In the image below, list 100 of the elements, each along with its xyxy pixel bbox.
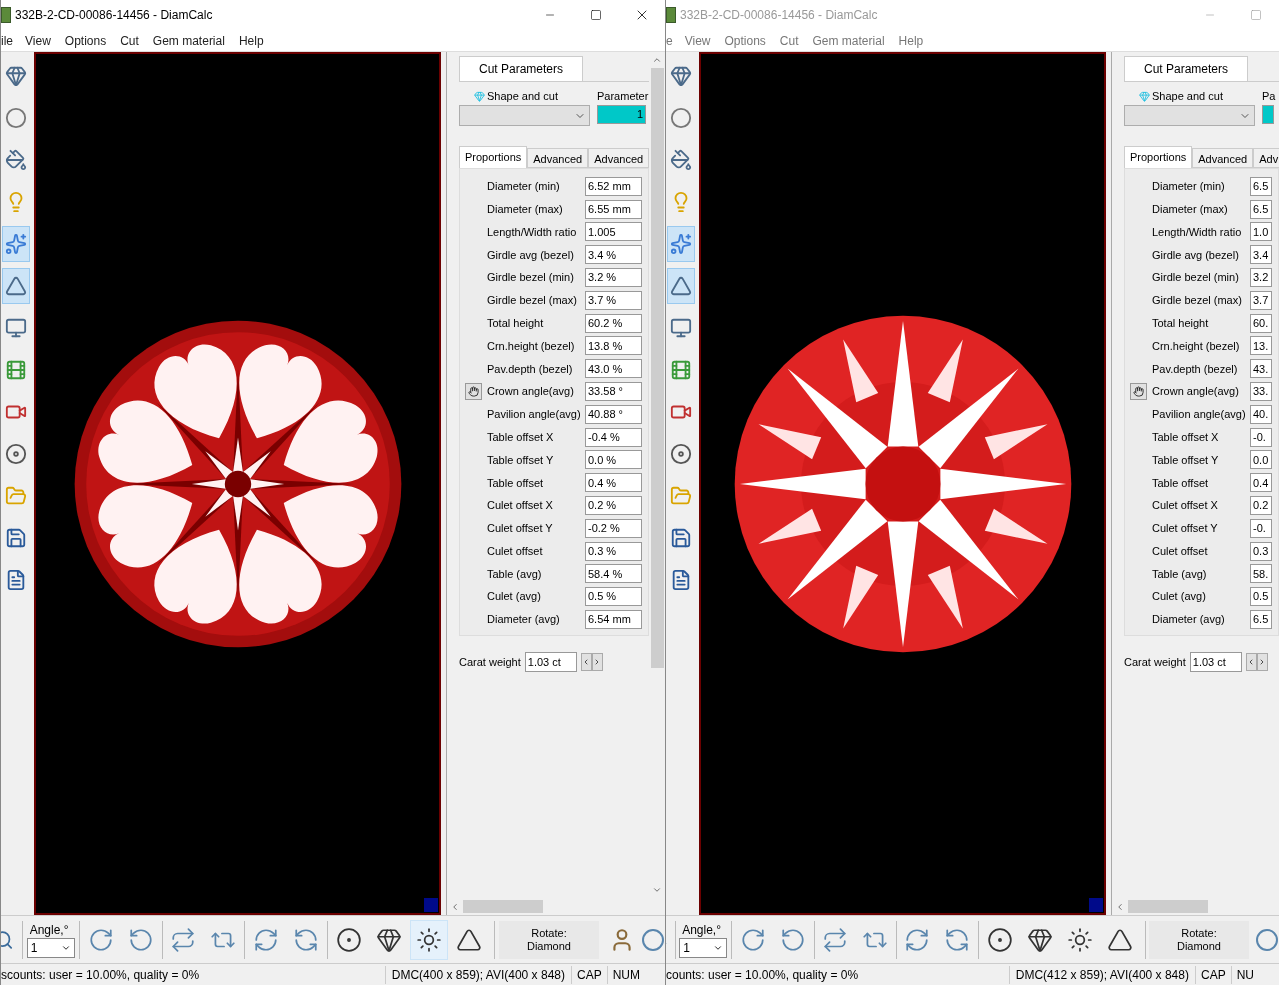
decrement-button[interactable] (1245, 652, 1257, 671)
parameter-value-field[interactable]: 6.52 mm (585, 176, 642, 196)
carat-weight-field[interactable]: 1.03 ct (1189, 651, 1242, 672)
panel-tab[interactable]: Cut Parameters (1124, 56, 1248, 81)
menu-item[interactable]: Help (898, 31, 924, 50)
parameter-value-field[interactable]: 1.0 (1250, 222, 1272, 242)
parameter-value-field[interactable]: 33. (1250, 382, 1272, 402)
parameter-field[interactable]: 1 (597, 105, 646, 124)
chevron-left-icon[interactable] (450, 901, 460, 912)
chevron-left-icon[interactable] (1115, 901, 1125, 912)
scrollbar-thumb[interactable] (650, 68, 664, 668)
parameter-value-field[interactable]: 33.58 ° (585, 382, 642, 402)
film-icon (670, 359, 692, 381)
parameter-value-field[interactable]: 0.3 % (585, 541, 642, 561)
parameter-value-field[interactable]: -0.4 % (585, 427, 642, 447)
proportions-tab[interactable]: Advanced (588, 148, 650, 168)
menu-item[interactable]: ile (1, 31, 13, 50)
parameter-value-field[interactable]: 0.4 % (585, 473, 642, 493)
menu-item[interactable]: e (666, 31, 673, 50)
parameter-value-field[interactable]: 0.5 % (585, 587, 642, 607)
sparkles-button[interactable] (667, 226, 695, 262)
sparkles-button[interactable] (2, 226, 30, 262)
parameter-value-field[interactable]: 13.8 % (585, 336, 642, 356)
parameter-value-field[interactable]: 1.005 (585, 222, 642, 242)
sparkles-icon (5, 233, 27, 255)
parameter-value-field[interactable]: -0.2 % (585, 518, 642, 538)
angle-dropdown[interactable]: 1 (679, 937, 728, 958)
menu-item[interactable]: Options (724, 31, 766, 50)
triangle-button[interactable] (667, 268, 695, 304)
angle-dropdown[interactable]: 1 (26, 937, 75, 958)
parameter-value-field[interactable]: 40.88 ° (585, 404, 642, 424)
menu-item[interactable]: Help (238, 31, 264, 50)
parameter-value-field[interactable]: 43. (1250, 359, 1272, 379)
parameter-value-field[interactable]: 0.0 % (585, 450, 642, 470)
parameter-value-field[interactable]: 0.4 (1250, 473, 1272, 493)
rotate-counterclockwise-icon (779, 926, 806, 953)
parameter-value-field[interactable]: 0.0 (1250, 450, 1272, 470)
parameter-label: Girdle bezel (min) (1152, 270, 1240, 286)
parameter-value-field[interactable]: 0.3 (1250, 541, 1272, 561)
paint-bucket-icon (670, 149, 692, 171)
parameter-field[interactable] (1262, 105, 1274, 124)
menu-item[interactable]: Gem material (812, 31, 885, 50)
rotate-target-label[interactable]: Diamond (1176, 939, 1221, 953)
decrement-button[interactable] (580, 652, 592, 671)
parameter-value-field[interactable]: 3.2 (1250, 268, 1272, 288)
carat-weight-field[interactable]: 1.03 ct (524, 651, 577, 672)
parameter-value-field[interactable]: 60.2 % (585, 313, 642, 333)
parameter-value-field[interactable]: 3.7 % (585, 290, 642, 310)
shape-dropdown[interactable] (1124, 105, 1255, 126)
chevron-up-icon[interactable] (652, 55, 662, 65)
menu-item[interactable]: Cut (120, 31, 139, 50)
parameter-value-field[interactable]: 6.5 (1250, 176, 1272, 196)
parameter-value-field[interactable]: 6.54 mm (585, 610, 642, 630)
parameter-value-field[interactable]: 60. (1250, 313, 1272, 333)
spin-arrows-icon (170, 926, 197, 953)
proportions-tab[interactable]: Advanced (527, 148, 589, 168)
scrollbar-thumb[interactable] (1128, 900, 1208, 913)
menu-item[interactable]: Gem material (152, 31, 225, 50)
parameter-value-field[interactable]: 3.7 (1250, 290, 1272, 310)
parameter-value-field[interactable]: 6.55 mm (585, 199, 642, 219)
parameter-value-field[interactable]: 0.2 (1250, 496, 1272, 516)
parameter-label: Crn.height (bezel) (1152, 338, 1241, 354)
triangle-button[interactable] (2, 268, 30, 304)
parameter-value-field[interactable]: 3.4 % (585, 245, 642, 265)
proportions-tab[interactable]: Proportions (1124, 146, 1193, 168)
hand-button[interactable] (1130, 383, 1147, 401)
increment-button[interactable] (591, 652, 603, 671)
rotate-clockwise-icon (87, 926, 114, 953)
menu-item[interactable]: View (25, 31, 51, 50)
hand-button[interactable] (465, 383, 482, 401)
menu-item[interactable]: View (684, 31, 711, 50)
parameter-label: Culet offset (487, 543, 544, 559)
panel-tab[interactable]: Cut Parameters (459, 56, 583, 81)
parameter-value-field[interactable]: -0. (1250, 518, 1272, 538)
parameter-value-field[interactable]: 6.5 (1250, 199, 1272, 219)
chevron-down-icon[interactable] (652, 885, 662, 895)
rotate-counterclockwise-icon (127, 926, 154, 953)
scrollbar-thumb[interactable] (463, 900, 543, 913)
parameter-value-field[interactable]: 40. (1250, 404, 1272, 424)
increment-button[interactable] (1256, 652, 1268, 671)
proportions-tab[interactable]: Advanced (1192, 148, 1254, 168)
rotate-target-label[interactable]: Diamond (526, 939, 571, 953)
parameter-value-field[interactable]: 0.2 % (585, 496, 642, 516)
menu-item[interactable]: Options (64, 31, 107, 50)
tilt-arrows-icon (293, 926, 320, 953)
parameter-value-field[interactable]: 58. (1250, 564, 1272, 584)
parameter-value-field[interactable]: 58.4 % (585, 564, 642, 584)
parameter-value-field[interactable]: -0. (1250, 427, 1272, 447)
shape-dropdown[interactable] (459, 105, 590, 126)
parameter-value-field[interactable]: 13. (1250, 336, 1272, 356)
parameter-label: Diameter (avg) (1152, 612, 1226, 628)
parameter-value-field[interactable]: 0.5 (1250, 587, 1272, 607)
proportions-tab[interactable]: Proportions (459, 146, 528, 168)
parameter-value-field[interactable]: 3.2 % (585, 268, 642, 288)
parameter-value-field[interactable]: 6.5 (1250, 610, 1272, 630)
document-icon (670, 569, 692, 591)
parameter-value-field[interactable]: 3.4 (1250, 245, 1272, 265)
proportions-tab[interactable]: Adv (1253, 148, 1279, 168)
parameter-value-field[interactable]: 43.0 % (585, 359, 642, 379)
menu-item[interactable]: Cut (779, 31, 799, 50)
